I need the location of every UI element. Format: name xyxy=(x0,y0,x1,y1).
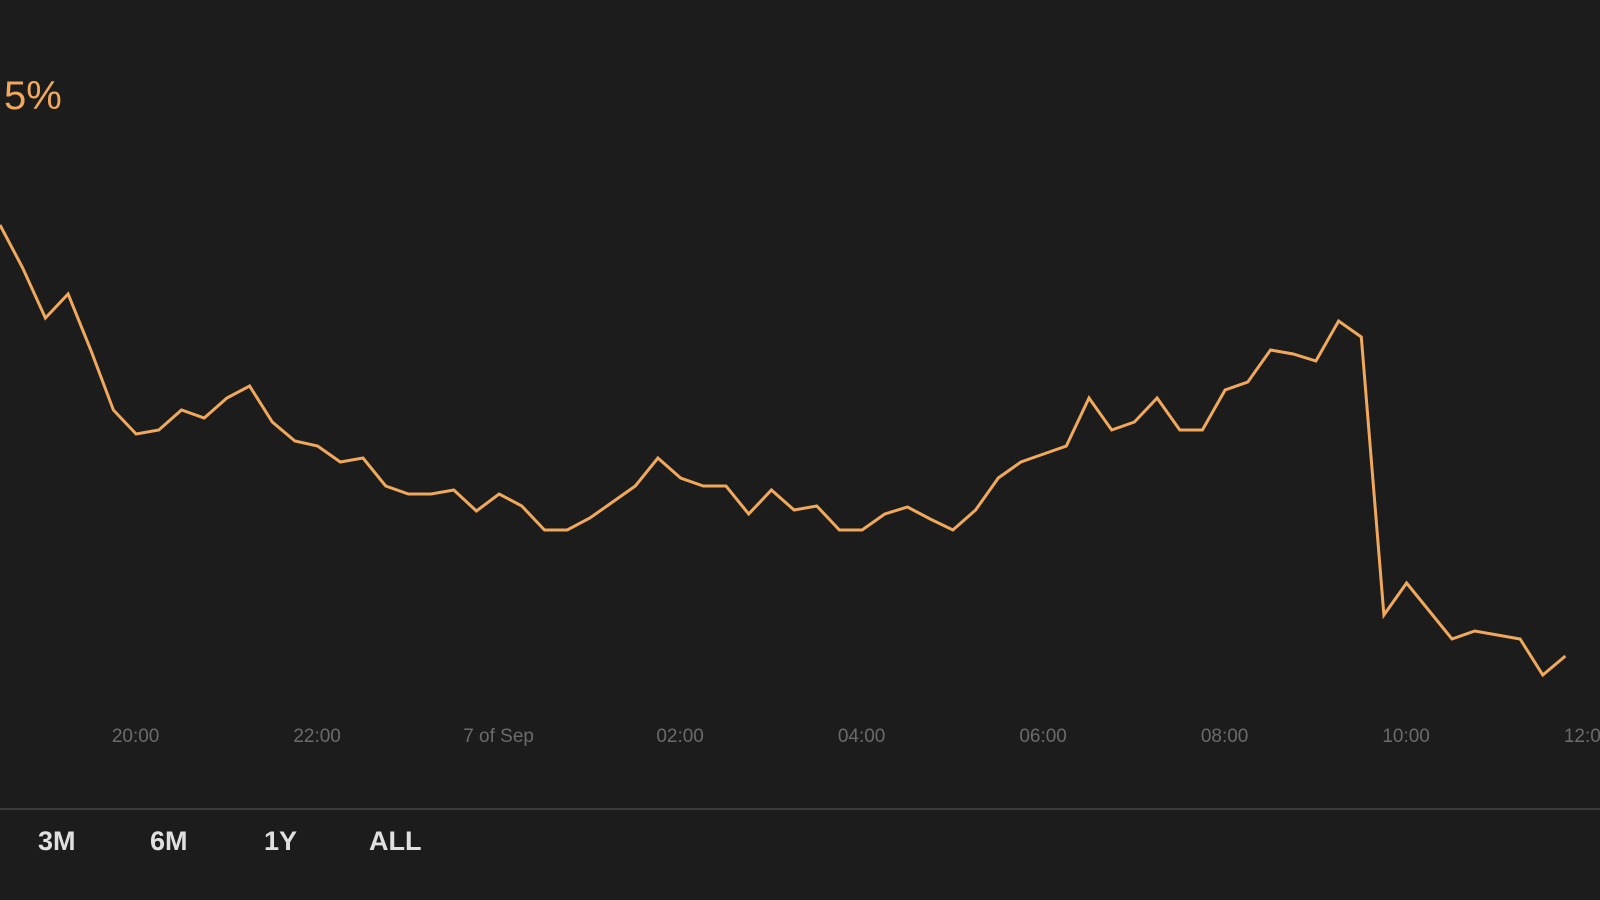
price-chart: 20:00 22:00 7 of Sep 02:00 04:00 06:00 08:00 10… xyxy=(0,224,1600,747)
x-tick-label: 02:00 xyxy=(656,726,704,747)
range-6m-button[interactable]: 6M xyxy=(150,826,188,857)
x-tick-label: 04:00 xyxy=(838,726,886,747)
range-1y-button[interactable]: 1Y xyxy=(264,826,297,857)
divider xyxy=(0,808,1600,810)
x-tick-label: 22:00 xyxy=(293,726,341,747)
range-3m-button[interactable]: 3M xyxy=(38,826,76,857)
x-tick-label: 20:00 xyxy=(112,726,160,747)
x-tick-label: 08:00 xyxy=(1201,726,1249,747)
series-line-price xyxy=(0,224,1567,678)
x-tick-label: 10:00 xyxy=(1382,726,1430,747)
range-all-button[interactable]: ALL xyxy=(369,826,421,857)
x-tick-label: 06:00 xyxy=(1019,726,1067,747)
x-tick-label: 12:00 xyxy=(1564,726,1600,747)
x-tick-label: 7 of Sep xyxy=(463,726,534,747)
